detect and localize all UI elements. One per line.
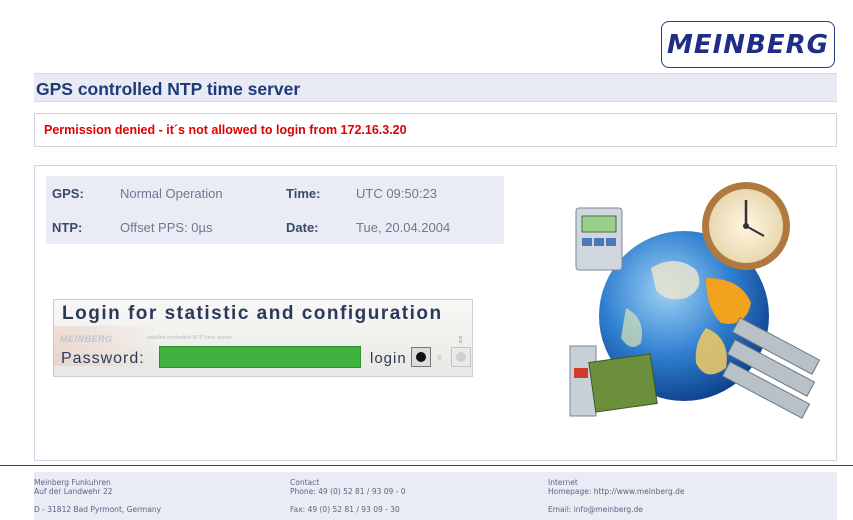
date-label: Date: xyxy=(286,220,319,235)
password-input[interactable] xyxy=(159,346,361,368)
login-button[interactable] xyxy=(411,347,431,367)
time-label: Time: xyxy=(286,186,321,201)
footer-city: D - 31812 Bad Pyrmont, Germany xyxy=(34,505,162,514)
login-button-icon xyxy=(416,352,426,362)
footer-rule xyxy=(0,465,853,466)
meinberg-logo: MEINBERG xyxy=(661,21,835,68)
footer-phone: Phone: 49 (0) 52 81 / 93 09 - 0 xyxy=(290,487,406,496)
error-message: Permission denied - it´s not allowed to … xyxy=(44,123,407,137)
footer-email-link[interactable]: Email: info@meinberg.de xyxy=(548,505,643,514)
ntp-value: Offset PPS: 0µs xyxy=(120,220,213,235)
led-icon xyxy=(458,336,464,344)
ntp-label: NTP: xyxy=(52,220,83,235)
knob-icon xyxy=(451,347,471,367)
footer-homepage-link[interactable]: Homepage: http://www.meinberg.de xyxy=(548,487,684,496)
footer-fax: Fax: 49 (0) 52 81 / 93 09 - 30 xyxy=(290,505,400,514)
login-title: Login for statistic and configuration xyxy=(62,303,443,324)
status-panel: GPS: Normal Operation Time: UTC 09:50:23… xyxy=(46,176,504,244)
error-box: Permission denied - it´s not allowed to … xyxy=(34,113,837,147)
page-title: GPS controlled NTP time server xyxy=(36,79,301,99)
login-label: login xyxy=(370,350,407,367)
ghost-brand: MEINBERG xyxy=(60,334,113,344)
gps-value: Normal Operation xyxy=(120,186,223,201)
footer: Meinberg Funkuhren Auf der Landwehr 22 D… xyxy=(34,472,837,520)
footer-street: Auf der Landwehr 22 xyxy=(34,487,113,496)
globe-clock-illustration xyxy=(569,182,821,419)
indicator-dot xyxy=(437,355,442,360)
footer-contact-heading: Contact xyxy=(290,478,320,487)
time-value: UTC 09:50:23 xyxy=(356,186,437,201)
title-bar: GPS controlled NTP time server xyxy=(34,73,837,102)
gps-label: GPS: xyxy=(52,186,84,201)
footer-company: Meinberg Funkuhren xyxy=(34,478,111,487)
footer-internet-heading: Internet xyxy=(548,478,578,487)
password-label: Password: xyxy=(61,350,145,367)
login-panel: MEINBERG satellite controlled NTP time s… xyxy=(53,299,473,377)
ghost-caption: satellite controlled NTP time server xyxy=(147,335,233,341)
date-value: Tue, 20.04.2004 xyxy=(356,220,451,235)
